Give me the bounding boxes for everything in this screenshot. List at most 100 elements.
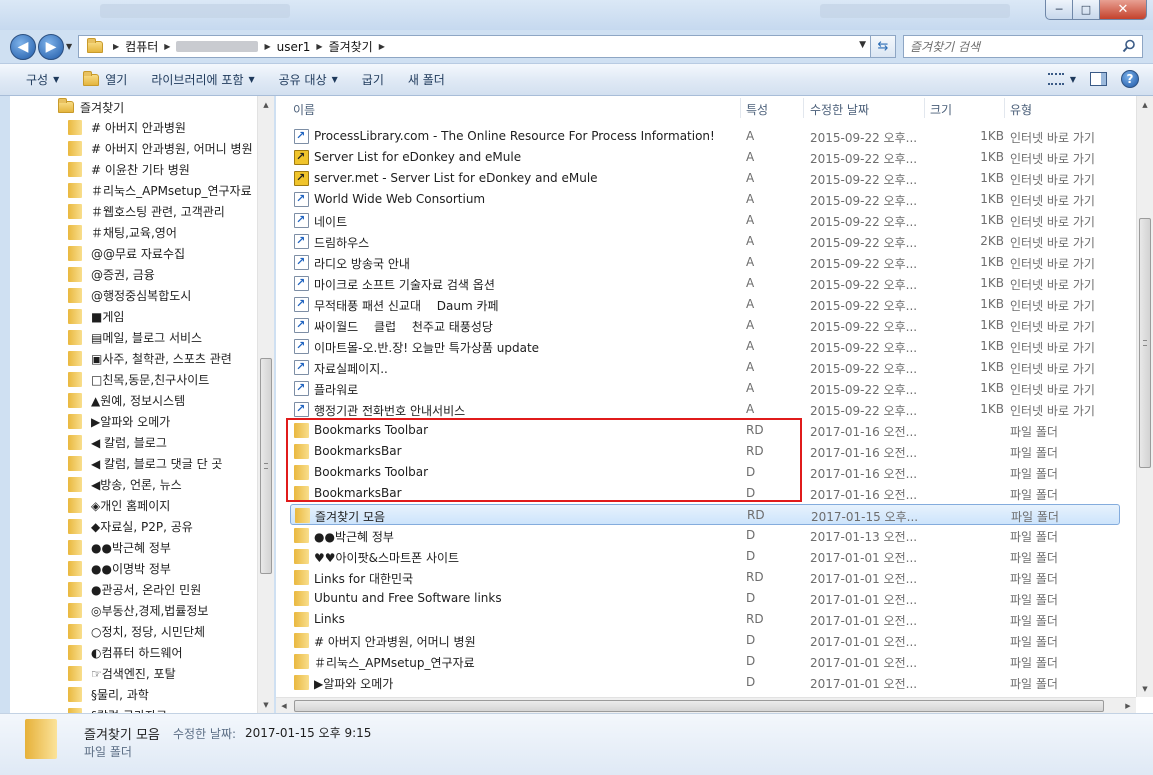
column-separator[interactable] [924,98,925,118]
back-button[interactable]: ◀ [10,34,36,60]
column-date-modified[interactable]: 수정한 날짜 [810,101,869,118]
nav-tree-item[interactable]: ◀ 칼럼, 블로그 [68,432,258,453]
column-name[interactable]: 이름 [293,101,315,118]
maximize-button[interactable]: □ [1073,0,1100,20]
chevron-right-icon[interactable]: ▶ [379,42,385,51]
file-row[interactable]: 싸이월드 클럽 천주교 태풍성당 A 2015-09-22 오후... 1KB 인터넷 … [290,315,1120,336]
file-row[interactable]: Server List for eDonkey and eMule A 2015-0… [290,147,1120,168]
file-row[interactable]: 자료실페이지.. A 2015-09-22 오후... 1KB 인터넷 바로 가기 [290,357,1120,378]
refresh-button[interactable]: ⇆ [871,35,896,58]
file-row[interactable]: 마이크로 소프트 기술자료 검색 옵션 A 2015-09-22 오후... 1KB 인… [290,273,1120,294]
column-separator[interactable] [740,98,741,118]
include-in-library-button[interactable]: 라이브러리에 포함 ▼ [139,64,266,95]
nav-tree-item[interactable]: # 이윤찬 기타 병원 [68,159,258,180]
content-scroll-thumb[interactable] [1139,218,1151,468]
content-scrollbar[interactable]: ▲ ▼ [1136,96,1153,697]
nav-tree-item[interactable]: @@무료 자료수집 [68,243,258,264]
forward-button[interactable]: ▶ [38,34,64,60]
close-button[interactable]: ✕ [1100,0,1147,20]
nav-favorites-header[interactable]: 즐겨찾기 [58,98,124,116]
file-row[interactable]: ProcessLibrary.com - The Online Resource… [290,126,1120,147]
nav-scroll-thumb[interactable] [260,358,272,574]
file-row[interactable]: Bookmarks Toolbar D 2017-01-16 오전... 파일 폴더 [290,462,1120,483]
column-type[interactable]: 유형 [1010,101,1032,118]
file-row[interactable]: 네이트 A 2015-09-22 오후... 1KB 인터넷 바로 가기 [290,210,1120,231]
file-row[interactable]: ●●박근혜 정부 D 2017-01-13 오전... 파일 폴더 [290,525,1120,546]
nav-tree-item[interactable]: ●●박근혜 정부 [68,537,258,558]
scroll-left-arrow[interactable]: ◀ [276,698,292,714]
file-row[interactable]: 무적태풍 패션 신교대 Daum 카페 A 2015-09-22 오후... 1KB 인… [290,294,1120,315]
nav-tree-item[interactable]: # 아버지 안과병원 [68,117,258,138]
preview-pane-icon[interactable] [1090,72,1107,86]
file-row[interactable]: 즐겨찾기 모음 RD 2017-01-15 오후... 파일 폴더 [290,504,1120,525]
nav-tree-item[interactable]: @증권, 금융 [68,264,258,285]
file-row[interactable]: BookmarksBar D 2017-01-16 오전... 파일 폴더 [290,483,1120,504]
nav-tree-item[interactable]: §칼럼 국가자료 [68,705,258,713]
breadcrumb-computer[interactable]: 컴퓨터 [125,38,158,55]
file-row[interactable]: # 아버지 안과병원, 어머니 병원 D 2017-01-01 오전... 파일 폴더 [290,630,1120,651]
file-row[interactable]: BookmarksBar RD 2017-01-16 오전... 파일 폴더 [290,441,1120,462]
burn-button[interactable]: 굽기 [350,64,396,95]
address-bar[interactable]: ▶ 컴퓨터 ▶ ▶ user1 ▶ 즐겨찾기 ▶ ▼ [78,35,871,58]
column-size[interactable]: 크기 [930,101,952,118]
nav-tree-item[interactable]: ◀ 칼럼, 블로그 댓글 단 곳 [68,453,258,474]
nav-tree-item[interactable]: ▣사주, 철학관, 스포츠 관련 [68,348,258,369]
breadcrumb-blurred-drive[interactable] [176,41,259,52]
scroll-down-arrow[interactable]: ▼ [258,696,274,713]
scroll-right-arrow[interactable]: ▶ [1120,698,1136,714]
scroll-up-arrow[interactable]: ▲ [258,96,274,113]
nav-tree-item[interactable]: ◀방송, 언론, 뉴스 [68,474,258,495]
chevron-right-icon[interactable]: ▶ [264,42,270,51]
nav-tree-item[interactable]: @행정중심복합도시 [68,285,258,306]
breadcrumb-user1[interactable]: user1 [277,40,311,54]
nav-tree-item[interactable]: □친목,동문,친구사이트 [68,369,258,390]
nav-tree-item[interactable]: ◈개인 홈페이지 [68,495,258,516]
chevron-right-icon[interactable]: ▶ [316,42,322,51]
breadcrumb-favorites[interactable]: 즐겨찾기 [329,38,373,55]
file-row[interactable]: ＃리눅스_APMsetup_연구자료 D 2017-01-01 오전... 파일 폴더 [290,651,1120,672]
scroll-up-arrow[interactable]: ▲ [1137,96,1153,113]
file-row[interactable]: 이마트몰-오.반.장! 오늘만 특가상품 update A 2015-09-22 오… [290,336,1120,357]
nav-tree-item[interactable]: ▶알파와 오메가 [68,411,258,432]
nav-tree-item[interactable]: ＃채팅,교육,영어 [68,222,258,243]
chevron-right-icon[interactable]: ▶ [164,42,170,51]
search-box[interactable] [903,35,1143,58]
nav-tree-item[interactable]: §물리, 과학 [68,684,258,705]
search-icon[interactable] [1122,39,1136,53]
nav-tree-item[interactable]: ◎부동산,경제,법률정보 [68,600,258,621]
file-row[interactable]: Bookmarks Toolbar RD 2017-01-16 오전... 파일 폴더 [290,420,1120,441]
column-attributes[interactable]: 특성 [746,101,768,118]
nav-tree-item[interactable]: # 아버지 안과병원, 어머니 병원 [68,138,258,159]
file-row[interactable]: Links for 대한민국 RD 2017-01-01 오전... 파일 폴더 [290,567,1120,588]
file-row[interactable]: ♥♥아이팟&스마트폰 사이트 D 2017-01-01 오전... 파일 폴더 [290,546,1120,567]
new-folder-button[interactable]: 새 폴더 [396,64,457,95]
column-separator[interactable] [803,98,804,118]
chevron-right-icon[interactable]: ▶ [113,42,119,51]
share-with-button[interactable]: 공유 대상 ▼ [267,64,350,95]
file-row[interactable]: server.met - Server List for eDonkey and… [290,168,1120,189]
file-row[interactable]: Ubuntu and Free Software links D 2017-01-0… [290,588,1120,609]
nav-tree-item[interactable]: ■게임 [68,306,258,327]
nav-tree-item[interactable]: ◐컴퓨터 하드웨어 [68,642,258,663]
file-row[interactable]: 플라워로 A 2015-09-22 오후... 1KB 인터넷 바로 가기 [290,378,1120,399]
organize-button[interactable]: 구성 ▼ [0,64,71,95]
search-input[interactable] [910,39,1110,54]
nav-tree-item[interactable]: ●관공서, 온라인 민원 [68,579,258,600]
minimize-button[interactable]: ─ [1045,0,1073,20]
nav-tree-item[interactable]: ＃리눅스_APMsetup_연구자료 [68,180,258,201]
nav-tree-item[interactable]: ▲원예, 정보시스템 [68,390,258,411]
file-row[interactable]: 행정기관 전화번호 안내서비스 A 2015-09-22 오후... 1KB 인터넷 바… [290,399,1120,420]
scroll-down-arrow[interactable]: ▼ [1137,680,1153,697]
nav-tree-item[interactable]: ○정치, 정당, 시민단체 [68,621,258,642]
address-history-dropdown[interactable]: ▼ [859,40,866,50]
recent-pages-dropdown[interactable]: ▼ [66,42,72,51]
open-button[interactable]: 열기 [71,64,139,95]
nav-tree-item[interactable]: ◆자료실, P2P, 공유 [68,516,258,537]
help-icon[interactable]: ? [1121,70,1139,88]
nav-scrollbar[interactable]: ▲ ▼ [257,96,274,713]
nav-tree-item[interactable]: ＃웹호스팅 관련, 고객관리 [68,201,258,222]
horizontal-scroll-thumb[interactable] [294,700,1104,712]
column-separator[interactable] [1004,98,1005,118]
file-row[interactable]: World Wide Web Consortium A 2015-09-22 오후.… [290,189,1120,210]
horizontal-scrollbar[interactable]: ◀ ▶ [276,697,1136,713]
